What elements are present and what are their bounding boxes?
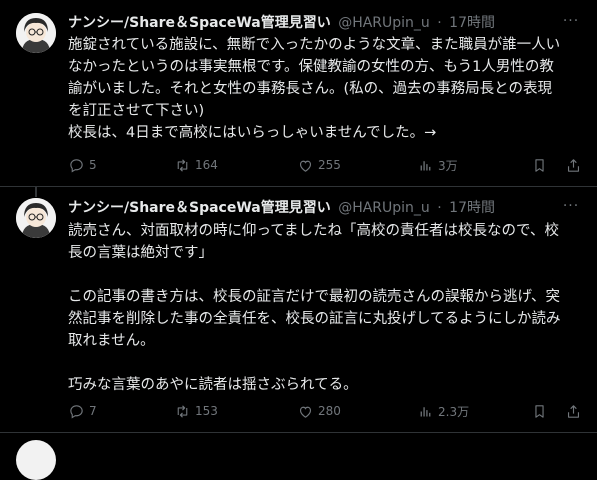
author-name[interactable]: ナンシー/Share＆SpaceWa管理見習い [68,200,331,216]
like-count: 255 [318,158,341,172]
meta-separator: · [437,200,442,216]
tweet-header: ナンシー/Share＆SpaceWa管理見習い @HARUpin_u · 17時… [68,198,581,218]
more-icon[interactable]: ··· [561,199,581,219]
tweet-header: ナンシー/Share＆SpaceWa管理見習い @HARUpin_u · 17時… [68,13,581,33]
like-icon [299,406,312,418]
like-count: 280 [318,404,341,418]
tweet-actions: 5 164 255 3万 [68,155,581,175]
like-button[interactable]: 280 [297,401,341,421]
views-icon [420,160,431,170]
reply-icon [70,158,83,173]
view-count: 2.3万 [438,404,470,419]
views-button[interactable]: 2.3万 [417,401,469,421]
bookmark-icon [535,404,544,418]
bookmark-button[interactable] [531,155,548,175]
tweet-time[interactable]: 17時間 [449,200,495,216]
avatar-illustration [16,198,56,238]
tweet-text: 施錠されている施設に、無断で入ったかのような文章、また職員が誰一人い なかったと… [68,37,561,141]
author-handle[interactable]: @HARUpin_u [338,15,430,31]
retweet-icon [177,404,188,418]
bookmark-icon [535,158,544,172]
author-name[interactable]: ナンシー/Share＆SpaceWa管理見習い [68,15,331,31]
more-icon[interactable]: ··· [561,14,581,34]
views-icon [420,406,431,416]
bookmark-button[interactable] [531,401,548,421]
avatar[interactable] [16,13,56,53]
meta-separator: · [437,15,442,31]
tweet-time[interactable]: 17時間 [449,15,495,31]
retweet-button[interactable]: 153 [174,401,218,421]
author-handle[interactable]: @HARUpin_u [338,200,430,216]
thread-connector [35,187,37,197]
avatar-illustration [16,13,56,53]
tweet-text: 読売さん、対面取材の時に仰ってましたね「高校の責任者は校長なので、校 長の言葉は… [68,223,561,393]
reply-count: 7 [89,404,97,418]
reply-button[interactable]: 7 [68,401,97,421]
tweet[interactable]: ナンシー/Share＆SpaceWa管理見習い @HARUpin_u · 17時… [0,187,597,433]
reply-count: 5 [89,158,97,172]
tweet-actions: 7 153 280 2.3万 [68,401,581,421]
views-button[interactable]: 3万 [417,155,458,175]
retweet-count: 153 [195,404,218,418]
share-button[interactable] [565,401,582,421]
retweet-icon [177,158,188,172]
retweet-button[interactable]: 164 [174,155,218,175]
reply-icon [70,404,83,419]
like-icon [299,160,312,172]
share-icon [567,158,580,172]
tweet[interactable]: ナンシー/Share＆SpaceWa管理見習い @HARUpin_u · 17時… [0,0,597,187]
avatar[interactable] [16,198,56,238]
share-button[interactable] [565,155,582,175]
view-count: 3万 [438,158,458,173]
avatar[interactable] [16,440,56,480]
reply-button[interactable]: 5 [68,155,97,175]
like-button[interactable]: 255 [297,155,341,175]
retweet-count: 164 [195,158,218,172]
share-icon [567,404,580,418]
